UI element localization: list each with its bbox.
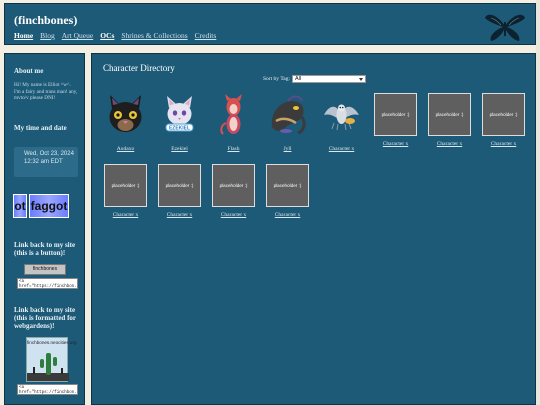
placeholder-thumbnail: placeholder :): [374, 93, 417, 136]
webgarden-code-box[interactable]: <a href="https://finchbon...: [17, 384, 78, 395]
nav-credits[interactable]: Credits: [195, 31, 217, 40]
stamp-word-2: faggot: [29, 194, 69, 218]
character-name[interactable]: Character x: [266, 212, 309, 218]
date-time-widget: Wed, Oct 23, 2024 12:32 am EDT: [14, 147, 78, 177]
character-name[interactable]: Character x: [428, 141, 471, 147]
character-card[interactable]: placeholder :) Character x: [104, 164, 147, 218]
svg-text:EZEKIEL: EZEKIEL: [169, 126, 190, 132]
webgarden-banner[interactable]: finchbones.neocities.org: [26, 337, 77, 382]
character-name[interactable]: Character x: [320, 146, 363, 152]
time-text: 12:32 am EDT: [24, 158, 63, 165]
button-code-box[interactable]: <a href="https://finchbon...: [17, 278, 78, 289]
placeholder-text: placeholder :): [111, 183, 140, 188]
character-card[interactable]: Character x: [320, 93, 363, 152]
character-name[interactable]: Ezekiel: [158, 146, 201, 152]
main-nav: Home Blog Art Queue OCs Shrines & Collec…: [14, 31, 216, 40]
about-heading: About me: [14, 67, 44, 75]
character-name[interactable]: Character x: [482, 141, 525, 147]
site-header: (finchbones) Home Blog Art Queue OCs Shr…: [4, 3, 536, 45]
moth-icon: [485, 14, 525, 41]
character-card[interactable]: placeholder :) Character x: [266, 164, 309, 218]
jyll-portrait-icon: [271, 95, 306, 135]
placeholder-text: placeholder :): [273, 183, 302, 188]
character-name[interactable]: Character x: [104, 212, 147, 218]
sort-label: Sort by Tag:: [263, 76, 291, 82]
ezekiel-portrait-icon: EZEKIEL: [165, 96, 194, 132]
character-card[interactable]: Flash: [212, 93, 255, 152]
placeholder-thumbnail: placeholder :): [266, 164, 309, 207]
nav-blog[interactable]: Blog: [40, 31, 55, 40]
site-title: (finchbones): [14, 13, 78, 27]
webgarden-heading: Link back to my site (this is formatted …: [14, 306, 76, 330]
character-name[interactable]: Character x: [158, 212, 201, 218]
character-card[interactable]: placeholder :) Character x: [374, 93, 417, 147]
character-name[interactable]: Audaxo: [104, 146, 147, 152]
audaxo-portrait-icon: [109, 95, 142, 132]
character-card[interactable]: Jyll: [266, 93, 309, 152]
character-name[interactable]: Character x: [374, 141, 417, 147]
time-heading: My time and date: [14, 124, 67, 132]
date-text: Wed, Oct 23, 2024: [24, 151, 74, 157]
nav-home[interactable]: Home: [14, 31, 33, 40]
sidebar: About me Hi! My name is Elliot ^w^. I'm …: [4, 53, 85, 405]
about-text: Hi! My name is Elliot ^w^. I'm a fairy a…: [14, 82, 78, 101]
character-card[interactable]: placeholder :) Character x: [482, 93, 525, 147]
nav-ocs[interactable]: OCs: [100, 31, 114, 40]
nav-art-queue[interactable]: Art Queue: [62, 31, 93, 40]
site-button[interactable]: finchbones: [24, 264, 66, 275]
pride-stamp: ot faggot: [13, 194, 81, 218]
page-scrollbar[interactable]: [536, 0, 540, 405]
placeholder-text: placeholder :): [219, 183, 248, 188]
character-name[interactable]: Character x: [212, 212, 255, 218]
page-title: Character Directory: [103, 63, 175, 73]
link-button-heading: Link back to my site (this is a button)!: [14, 241, 76, 257]
placeholder-thumbnail: placeholder :): [158, 164, 201, 207]
character-card[interactable]: placeholder :) Character x: [212, 164, 255, 218]
placeholder-thumbnail: placeholder :): [104, 164, 147, 207]
character-name[interactable]: Jyll: [266, 146, 309, 152]
sort-control: Sort by Tag: All: [263, 75, 367, 83]
stamp-word-1: ot: [13, 194, 27, 218]
placeholder-text: placeholder :): [435, 112, 464, 117]
character-card[interactable]: placeholder :) Character x: [158, 164, 201, 218]
character-card[interactable]: EZEKIEL Ezekiel: [158, 93, 201, 152]
character-name[interactable]: Flash: [212, 146, 255, 152]
cactus-icon: [27, 353, 69, 381]
placeholder-thumbnail: placeholder :): [428, 93, 471, 136]
nav-shrines[interactable]: Shrines & Collections: [121, 31, 187, 40]
placeholder-text: placeholder :): [165, 183, 194, 188]
flash-portrait-icon: [220, 94, 242, 135]
character-card[interactable]: Audaxo: [104, 93, 147, 152]
placeholder-text: placeholder :): [381, 112, 410, 117]
placeholder-thumbnail: placeholder :): [482, 93, 525, 136]
placeholder-thumbnail: placeholder :): [212, 164, 255, 207]
sort-select[interactable]: All: [292, 75, 367, 83]
bird-portrait-icon: [324, 104, 359, 131]
placeholder-text: placeholder :): [489, 112, 518, 117]
main-panel: Character Directory Sort by Tag: All Aud…: [91, 53, 536, 405]
character-card[interactable]: placeholder :) Character x: [428, 93, 471, 147]
